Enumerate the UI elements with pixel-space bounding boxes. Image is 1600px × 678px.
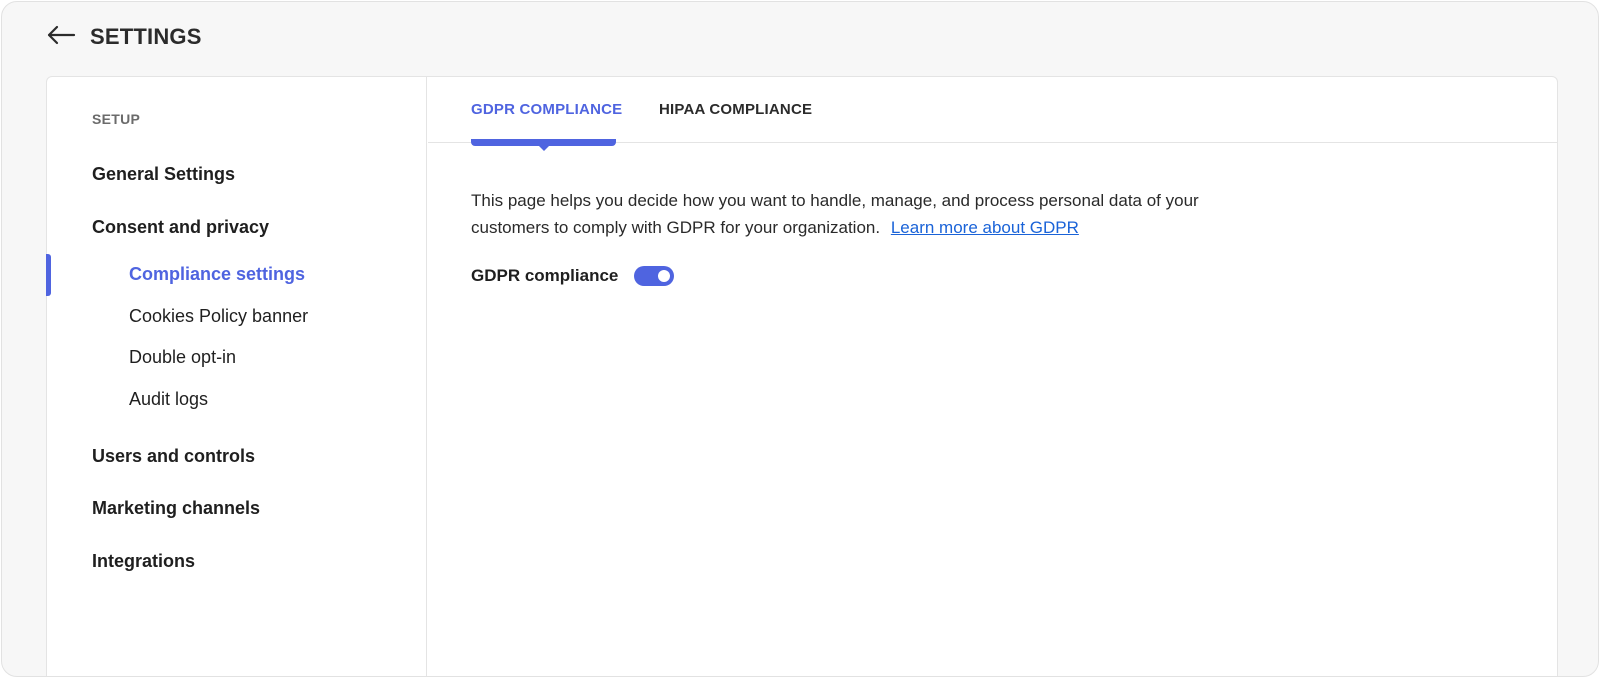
sidebar-subitem-double-opt-in[interactable]: Double opt-in	[129, 347, 236, 368]
tab-bar: GDPR COMPLIANCE HIPAA COMPLIANCE	[428, 77, 1557, 151]
sidebar-subitem-audit-logs[interactable]: Audit logs	[129, 389, 208, 410]
active-item-indicator	[46, 254, 51, 296]
sidebar: SETUP General Settings Consent and priva…	[46, 77, 427, 676]
sidebar-subitem-compliance-settings[interactable]: Compliance settings	[129, 264, 305, 285]
gdpr-compliance-toggle[interactable]	[634, 266, 675, 286]
learn-more-link[interactable]: Learn more about GDPR	[891, 218, 1079, 237]
sidebar-section-title: SETUP	[92, 111, 141, 127]
page-title: SETTINGS	[90, 24, 202, 49]
tab-hipaa-compliance[interactable]: HIPAA COMPLIANCE	[659, 101, 812, 118]
back-button[interactable]	[46, 22, 78, 52]
sidebar-item-marketing-channels[interactable]: Marketing channels	[92, 498, 260, 519]
toggle-knob	[658, 270, 671, 282]
sidebar-item-users-and-controls[interactable]: Users and controls	[92, 446, 255, 467]
settings-panel: SETUP General Settings Consent and priva…	[46, 76, 1558, 676]
sidebar-item-integrations[interactable]: Integrations	[92, 551, 195, 572]
sidebar-item-general-settings[interactable]: General Settings	[92, 164, 235, 185]
main-content: GDPR COMPLIANCE HIPAA COMPLIANCE This pa…	[428, 77, 1557, 676]
arrow-left-icon	[46, 24, 76, 51]
page-header: SETTINGS	[46, 20, 202, 54]
settings-window: SETTINGS SETUP General Settings Consent …	[1, 1, 1599, 677]
sidebar-subitem-cookies-policy-banner[interactable]: Cookies Policy banner	[129, 306, 308, 327]
gdpr-toggle-row: GDPR compliance	[471, 266, 675, 286]
tab-gdpr-compliance[interactable]: GDPR COMPLIANCE	[471, 101, 622, 118]
description-text: This page helps you decide how you want …	[471, 191, 1199, 237]
gdpr-description: This page helps you decide how you want …	[471, 187, 1231, 241]
sidebar-item-consent-and-privacy[interactable]: Consent and privacy	[92, 217, 269, 238]
active-tab-caret	[538, 145, 550, 151]
gdpr-toggle-label: GDPR compliance	[471, 266, 619, 285]
